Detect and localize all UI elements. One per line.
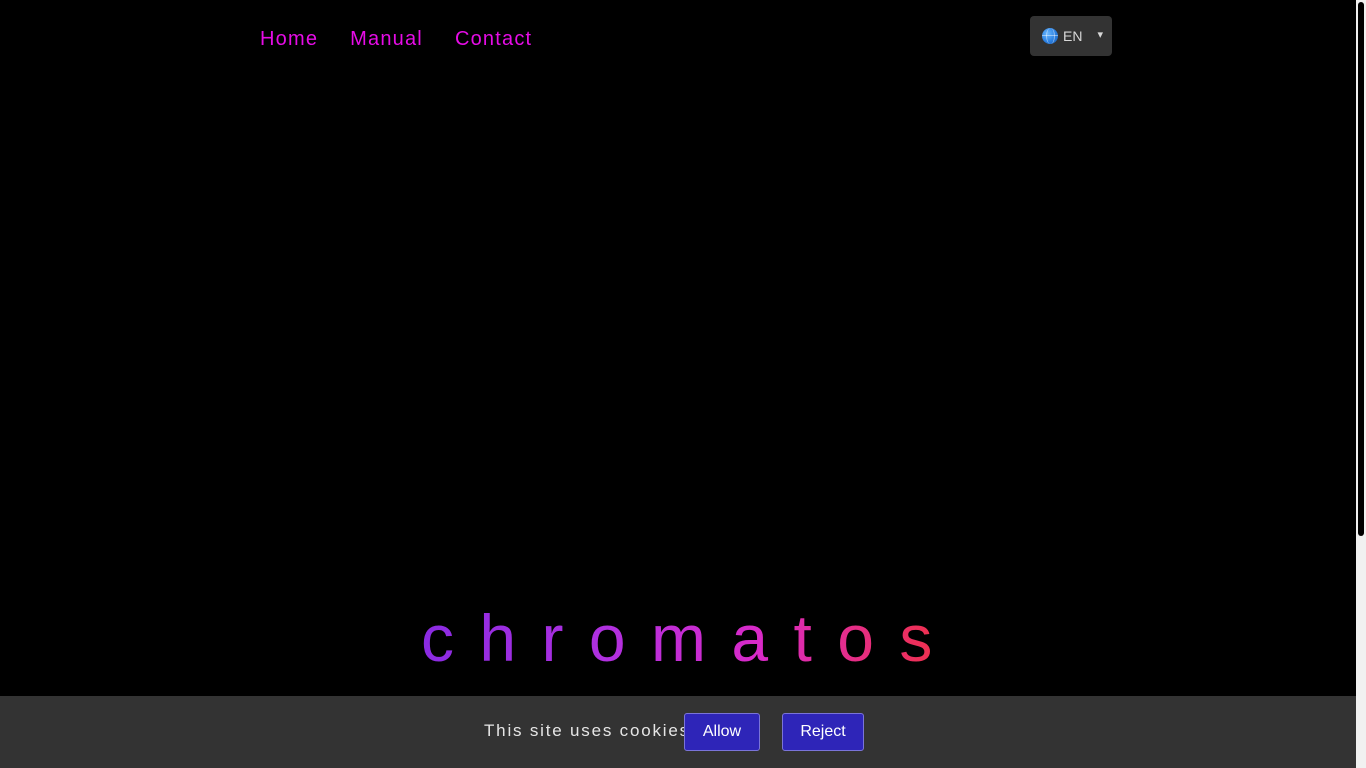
nav-link-home[interactable]: Home <box>260 26 318 52</box>
hero-title: chromatose <box>421 596 994 680</box>
chevron-down-icon: ▾ <box>1097 29 1103 41</box>
language-selector[interactable]: EN ▾ <box>1030 16 1112 56</box>
cookie-banner: This site uses cookies Allow Reject <box>0 696 1356 768</box>
cookie-message: This site uses cookies <box>484 721 690 740</box>
nav-link-contact[interactable]: Contact <box>455 26 532 52</box>
main-nav: Home Manual Contact <box>260 26 532 52</box>
scrollbar-thumb[interactable] <box>1358 2 1364 536</box>
page: Home Manual Contact EN ▾ chromatose This… <box>0 0 1366 768</box>
nav-link-manual[interactable]: Manual <box>350 26 423 52</box>
reject-cookies-button[interactable]: Reject <box>782 713 864 751</box>
globe-icon <box>1042 28 1058 44</box>
language-selected-label: EN <box>1063 28 1083 44</box>
vertical-scrollbar[interactable] <box>1356 0 1366 768</box>
allow-cookies-button[interactable]: Allow <box>684 713 760 751</box>
hero-title-wrap: chromatose <box>421 596 994 680</box>
